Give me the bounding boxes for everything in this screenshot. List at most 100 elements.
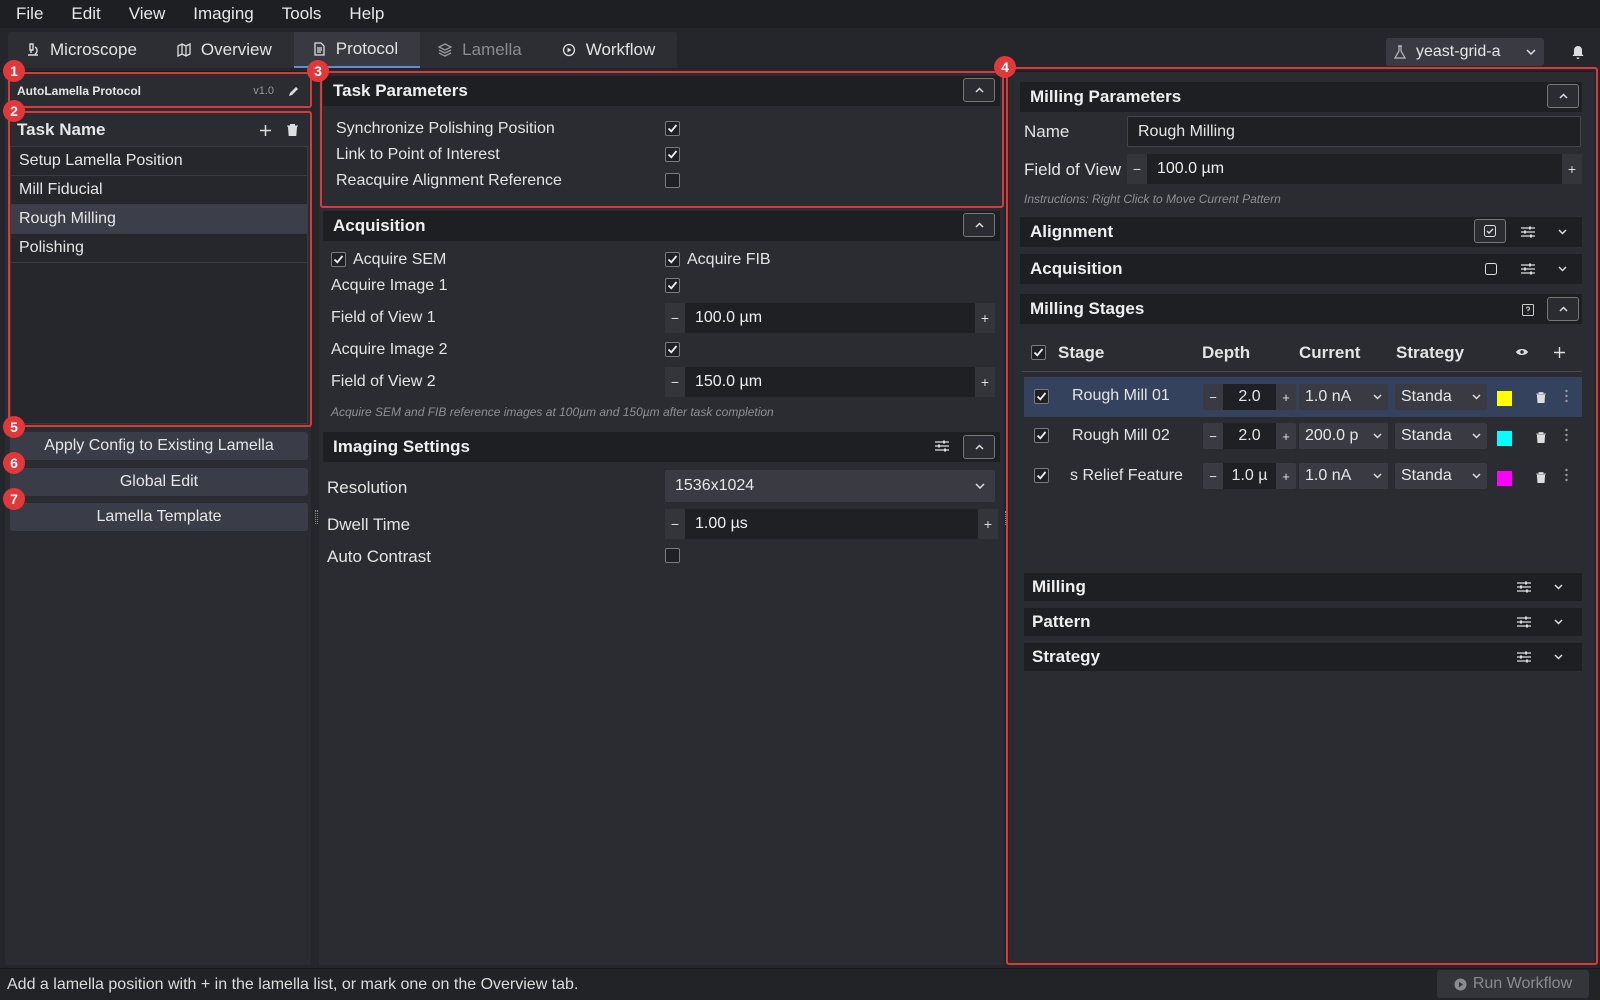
fov-1-value[interactable]: 100.0 µm [685,303,975,333]
sliders-icon[interactable] [934,438,950,454]
field-of-view-spinbox[interactable]: − 100.0 µm + [1127,154,1582,184]
increment-button[interactable]: + [1562,154,1582,184]
increment-button[interactable]: + [1276,469,1296,484]
splitter-handle[interactable] [315,510,318,524]
fov-1-spinbox[interactable]: − 100.0 µm + [665,303,995,333]
menu-tools[interactable]: Tools [282,4,322,24]
menu-help[interactable]: Help [349,4,384,24]
acquire-image-2-checkbox[interactable] [665,342,680,357]
trash-icon[interactable] [1535,391,1547,404]
increment-button[interactable]: + [975,303,995,333]
tab-lamella[interactable]: Lamella [420,32,544,68]
stage-name[interactable]: s Relief Feature [1070,467,1196,485]
chevron-down-icon[interactable] [1552,653,1564,661]
auto-contrast-checkbox[interactable] [665,548,680,563]
acquire-fib-checkbox[interactable] [665,252,680,267]
stage-enable-checkbox[interactable] [1034,468,1049,483]
menu-view[interactable]: View [129,4,166,24]
chevron-down-icon[interactable] [1552,618,1564,626]
stage-name[interactable]: Rough Mill 01 [1072,387,1170,405]
acquire-sem-checkbox[interactable] [331,252,346,267]
list-item[interactable]: Polishing [11,234,307,263]
fov-2-value[interactable]: 150.0 µm [685,367,975,397]
strategy-select[interactable]: Standa [1395,423,1487,449]
increment-button[interactable]: + [1276,390,1296,405]
apply-config-button[interactable]: Apply Config to Existing Lamella [10,432,308,460]
link-poi-checkbox[interactable] [665,147,680,162]
stage-color-swatch[interactable] [1497,431,1512,446]
dwell-time-spinbox[interactable]: − 1.00 µs + [665,509,998,539]
more-icon[interactable] [1563,427,1569,443]
run-workflow-button[interactable]: Run Workflow [1437,970,1589,998]
decrement-button[interactable]: − [665,509,685,539]
depth-value[interactable]: 2.0 [1223,423,1276,449]
alignment-enable-toggle[interactable] [1474,219,1506,243]
strategy-header[interactable]: Strategy [1024,643,1582,671]
help-icon[interactable] [1521,303,1535,317]
collapse-button[interactable] [963,213,995,237]
milling-header[interactable]: Milling [1024,573,1582,601]
sliders-icon[interactable] [1516,615,1532,629]
name-input[interactable]: Rough Milling [1127,116,1581,147]
menu-file[interactable]: File [16,4,43,24]
tab-microscope[interactable]: Microscope [8,32,159,68]
increment-button[interactable]: + [975,367,995,397]
collapse-button[interactable] [1547,297,1579,321]
checkbox-square-icon[interactable] [1484,262,1498,276]
collapse-button[interactable] [1547,84,1579,108]
depth-spinbox[interactable]: −2.0 + [1203,423,1296,449]
more-icon[interactable] [1563,467,1569,483]
increment-button[interactable]: + [978,509,998,539]
stage-color-swatch[interactable] [1497,471,1512,486]
menu-edit[interactable]: Edit [71,4,100,24]
decrement-button[interactable]: − [1203,429,1223,444]
depth-value[interactable]: 1.0 µ [1223,463,1276,489]
collapse-button[interactable] [963,435,995,459]
sliders-icon[interactable] [1516,580,1532,594]
current-select[interactable]: 200.0 p [1299,423,1388,449]
field-of-view-value[interactable]: 100.0 µm [1147,154,1562,184]
pencil-icon[interactable] [288,85,300,97]
eye-icon[interactable] [1514,346,1530,358]
list-item[interactable]: Mill Fiducial [11,176,307,205]
acquire-image-1-checkbox[interactable] [665,278,680,293]
dwell-time-value[interactable]: 1.00 µs [685,509,978,539]
bell-icon[interactable] [1570,44,1586,60]
current-select[interactable]: 1.0 nA [1299,463,1388,489]
list-item[interactable]: Setup Lamella Position [11,147,307,176]
chevron-down-icon[interactable] [1552,583,1564,591]
fov-2-spinbox[interactable]: − 150.0 µm + [665,367,995,397]
depth-spinbox[interactable]: −1.0 µ + [1203,463,1296,489]
depth-value[interactable]: 2.0 [1223,384,1276,410]
experiment-selector[interactable]: yeast-grid-a [1386,38,1544,66]
decrement-button[interactable]: − [665,367,685,397]
decrement-button[interactable]: − [1203,390,1223,405]
increment-button[interactable]: + [1276,429,1296,444]
reacquire-alignment-checkbox[interactable] [665,173,680,188]
decrement-button[interactable]: − [665,303,685,333]
decrement-button[interactable]: − [1203,469,1223,484]
resolution-select[interactable]: 1536x1024 [665,470,995,502]
current-select[interactable]: 1.0 nA [1299,384,1388,410]
strategy-select[interactable]: Standa [1395,463,1487,489]
menu-imaging[interactable]: Imaging [193,4,253,24]
sliders-icon[interactable] [1520,261,1536,277]
tab-workflow[interactable]: Workflow [544,32,678,68]
trash-icon[interactable] [1535,431,1547,444]
sync-polishing-checkbox[interactable] [665,121,680,136]
sliders-icon[interactable] [1516,650,1532,664]
stage-name[interactable]: Rough Mill 02 [1072,427,1170,445]
pattern-header[interactable]: Pattern [1024,608,1582,636]
tab-overview[interactable]: Overview [159,32,294,68]
more-icon[interactable] [1563,388,1569,404]
select-all-checkbox[interactable] [1031,345,1046,360]
chevron-down-icon[interactable] [1556,228,1568,236]
decrement-button[interactable]: − [1127,154,1147,184]
list-item[interactable]: Rough Milling [11,205,307,234]
add-icon[interactable] [260,124,271,136]
collapse-button[interactable] [963,78,995,102]
stage-enable-checkbox[interactable] [1034,389,1049,404]
depth-spinbox[interactable]: −2.0 + [1203,384,1296,410]
strategy-select[interactable]: Standa [1395,384,1487,410]
add-stage-icon[interactable] [1553,346,1565,358]
